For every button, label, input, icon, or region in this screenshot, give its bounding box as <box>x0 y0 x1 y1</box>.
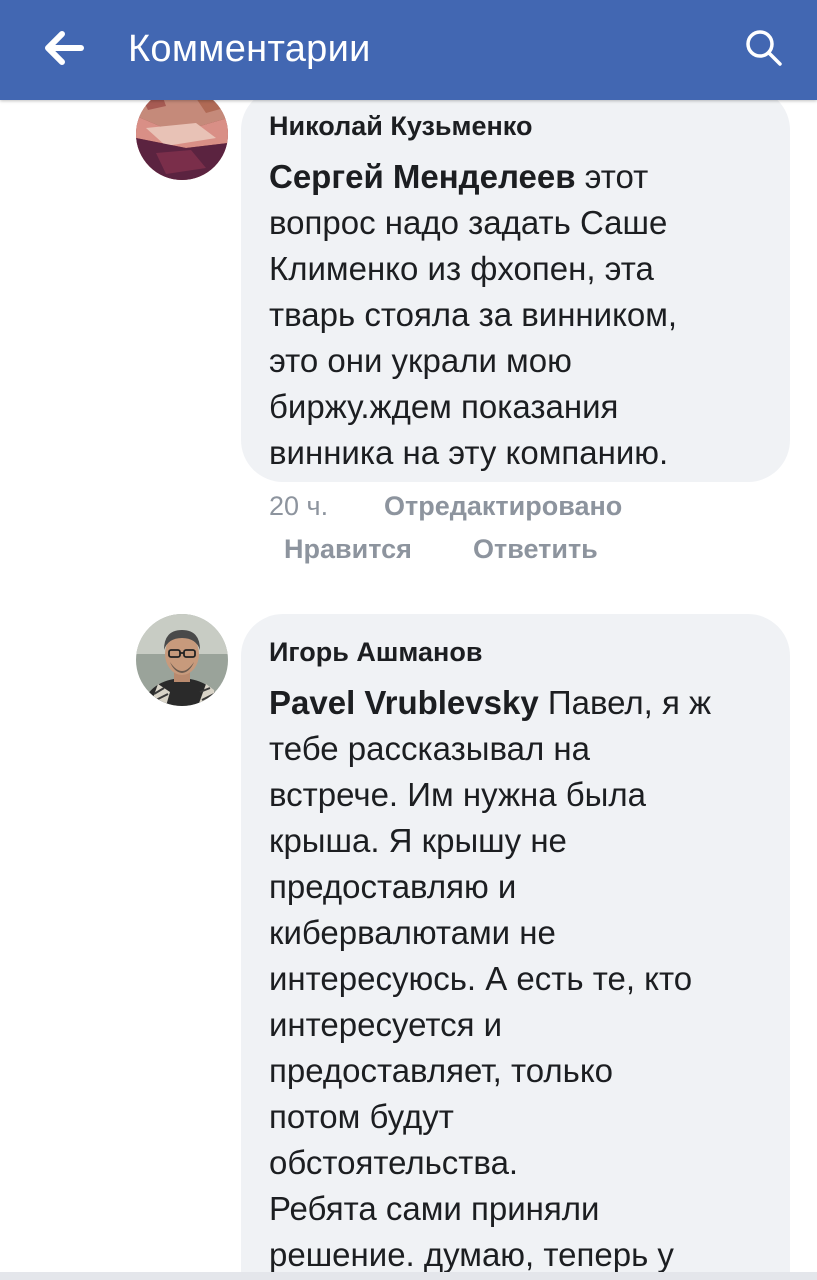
comment-text-line: этот <box>575 158 649 195</box>
comment-text-line: тварь стояла за винником, <box>269 296 678 333</box>
comment-text-line: интересуюсь. А есть те, кто <box>269 960 693 997</box>
comment-text: Сергей Менделеев этот вопрос надо задать… <box>269 154 770 476</box>
comment-text-line: крыша. Я крышу не <box>269 822 567 859</box>
avatar[interactable] <box>136 614 228 706</box>
comment-text-line: кибервалютами не <box>269 914 556 951</box>
comment-bubble: Игорь Ашманов Pavel Vrublevsky Павел, я … <box>241 614 790 1280</box>
comment-text-line: биржу.ждем показания <box>269 388 619 425</box>
like-label: Нравится <box>284 534 412 564</box>
avatar[interactable] <box>136 88 228 180</box>
comment-timestamp: 20 ч. <box>269 491 329 521</box>
comment-text-line: предоставляю и <box>269 868 517 905</box>
reply-label: Ответить <box>473 534 598 564</box>
comment-bubble: Николай Кузьменко Сергей Менделеев этот … <box>241 88 790 482</box>
page-title: Комментарии <box>128 28 371 70</box>
comment-text-line: встрече. Им нужна была <box>269 776 646 813</box>
comment-text-line: вопрос надо задать Саше <box>269 204 668 241</box>
comment-author[interactable]: Николай Кузьменко <box>269 108 770 144</box>
comments-screen: Комментарии Николай Кузьменко Сергей Мен… <box>0 0 817 1280</box>
like-button[interactable]: Нравится <box>284 531 412 567</box>
comment-text-line: потом будут <box>269 1098 454 1135</box>
comment-text-line: предоставляет, только <box>269 1052 613 1089</box>
bottom-edge <box>0 1272 817 1280</box>
avatar-image <box>136 88 228 180</box>
comment-text-line: это они украли мою <box>269 342 572 379</box>
comment-author[interactable]: Игорь Ашманов <box>269 634 770 670</box>
avatar-image <box>136 614 228 706</box>
mention-link[interactable]: Pavel Vrublevsky <box>269 684 539 721</box>
comment-text-line: тебе рассказывал на <box>269 730 590 767</box>
comment-text-line: Павел, я ж <box>538 684 712 721</box>
mention-link[interactable]: Сергей Менделеев <box>269 158 576 195</box>
search-button[interactable] <box>736 22 792 78</box>
arrow-left-icon <box>44 30 84 70</box>
comment-text-line: Ребята сами приняли <box>269 1190 600 1227</box>
edited-label[interactable]: Отредактировано <box>384 488 622 524</box>
reply-button[interactable]: Ответить <box>473 531 598 567</box>
comment-first-line: Сергей Менделеев этот <box>269 154 770 200</box>
comment-text-line: обстоятельства. <box>269 1144 519 1181</box>
comment-text: Pavel Vrublevsky Павел, я ж тебе рассказ… <box>269 680 770 1278</box>
comment-text-line: Клименко из фхопен, эта <box>269 250 654 287</box>
top-bar: Комментарии <box>0 0 817 100</box>
search-icon <box>744 28 784 73</box>
back-button[interactable] <box>36 22 92 78</box>
comment-first-line: Pavel Vrublevsky Павел, я ж <box>269 680 770 726</box>
edited-text: Отредактировано <box>384 491 623 521</box>
comment-text-line: интересуется и <box>269 1006 503 1043</box>
comment-text-line: винника на эту компанию. <box>269 434 669 471</box>
